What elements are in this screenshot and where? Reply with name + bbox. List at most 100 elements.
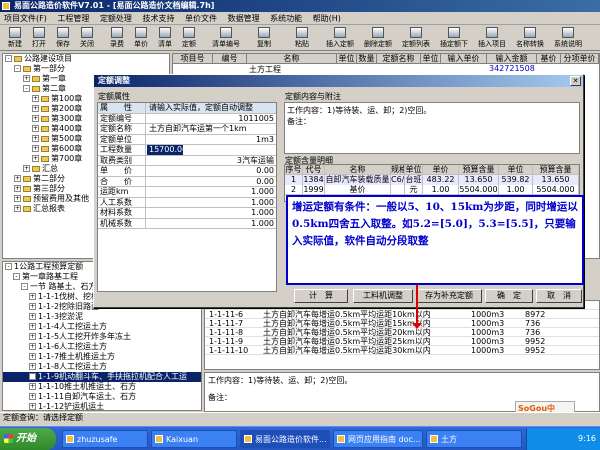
expand-icon[interactable]: +	[14, 205, 21, 212]
menu-data[interactable]: 数据管理	[228, 12, 260, 25]
library-node[interactable]: +1-1-6人工挖运土方	[3, 342, 201, 352]
paste-button[interactable]: 粘贴	[284, 26, 320, 50]
system-help-button[interactable]: 系统说明	[550, 26, 586, 50]
library-node[interactable]: +1-1-4人工挖运土方	[3, 322, 201, 332]
calc-button[interactable]: 计 算	[294, 289, 348, 303]
clock[interactable]: 9:16	[578, 434, 596, 443]
quota-list-button[interactable]: 定额列表	[398, 26, 434, 50]
task-app[interactable]: 易面公路造价软件...	[240, 430, 330, 448]
library-node[interactable]: +1-1-7推土机推运土方	[3, 352, 201, 362]
prop-value[interactable]: 1.000	[147, 187, 276, 197]
expand-icon[interactable]: +	[14, 175, 21, 182]
prop-row[interactable]: 材料系数 1.000	[98, 208, 276, 219]
cancel-button[interactable]: 取 消	[536, 289, 582, 303]
tree-node[interactable]: - 公路建设项目	[3, 54, 169, 64]
prop-value[interactable]: 土方自卸汽车运第一个1km	[147, 124, 276, 134]
collapse-icon[interactable]: -	[5, 263, 12, 270]
prop-value[interactable]: 3汽车运输	[147, 156, 276, 166]
prop-row[interactable]: 合 价 0.00	[98, 176, 276, 187]
expand-icon[interactable]: +	[32, 145, 39, 152]
prop-row[interactable]: 运距km 1.000	[98, 187, 276, 198]
expand-icon[interactable]: +	[32, 155, 39, 162]
detail-text-box[interactable]: 工作内容：1)等待装、运、卸；2)空回。 备注：	[284, 102, 580, 154]
expand-icon[interactable]: +	[29, 403, 36, 410]
comp-col-header[interactable]: 代号	[303, 165, 325, 175]
insert-item-button[interactable]: 插入项目	[474, 26, 510, 50]
col-project-no[interactable]: 项目号	[173, 54, 213, 64]
prop-row[interactable]: 人工系数 1.000	[98, 197, 276, 208]
prop-value[interactable]: 0.00	[147, 177, 276, 187]
library-node[interactable]: +1-1-11自卸汽车运土、石方	[3, 392, 201, 402]
prop-value[interactable]: 1m3	[147, 135, 276, 145]
library-node[interactable]: +1-1-8人工挖运土方	[3, 362, 201, 372]
prop-value[interactable]: 1.000	[147, 208, 276, 218]
prop-value[interactable]: 1.000	[147, 198, 276, 208]
expand-icon[interactable]: +	[32, 95, 39, 102]
list-code-button[interactable]: 清单编号	[208, 26, 244, 50]
new-button[interactable]: 新建	[2, 26, 28, 50]
quota-button[interactable]: 定额	[176, 26, 202, 50]
expand-icon[interactable]: +	[32, 115, 39, 122]
library-node[interactable]: +1-1-10推土机推运土、石方	[3, 382, 201, 392]
menu-help[interactable]: 帮助(H)	[313, 12, 341, 25]
expand-icon[interactable]: +	[14, 195, 21, 202]
expand-icon[interactable]: +	[29, 313, 36, 320]
expand-icon[interactable]: +	[32, 125, 39, 132]
collapse-icon[interactable]: -	[13, 273, 20, 280]
task-kaixuan[interactable]: Kaixuan	[151, 430, 237, 448]
prop-row[interactable]: 工程数量15700.000	[98, 145, 276, 156]
prop-row[interactable]: 机械系数 1.000	[98, 218, 276, 229]
task-doc[interactable]: 网页应用指南 doc...	[333, 430, 423, 448]
comp-col-header[interactable]: 规格	[391, 165, 405, 175]
prop-row[interactable]: 属 性请输入实际值，定额自动调整	[98, 103, 276, 114]
comp-col-header[interactable]: 名称	[325, 165, 391, 175]
item-grid-row[interactable]: 土方工程 342721508	[173, 64, 599, 74]
collapse-icon[interactable]: -	[5, 55, 12, 62]
expand-icon[interactable]: +	[32, 105, 39, 112]
expand-icon[interactable]: +	[29, 293, 36, 300]
col-base-price[interactable]: 基价	[537, 54, 561, 64]
collapse-icon[interactable]: -	[21, 283, 28, 290]
col-input-price[interactable]: 输入单价	[441, 54, 487, 64]
comp-col-header[interactable]: 序号	[285, 165, 303, 175]
expand-icon[interactable]: +	[23, 75, 30, 82]
price-button[interactable]: 单价	[128, 26, 154, 50]
quota-row[interactable]: 1-1-11-8 土方自卸汽车每增运0.5km平均运距20km以内 1000m3 73…	[205, 328, 599, 337]
convert-button[interactable]: 名称转换	[512, 26, 548, 50]
close-doc-button[interactable]: 关闭	[74, 26, 100, 50]
expand-icon[interactable]: +	[29, 343, 36, 350]
tree-node[interactable]: - 第一部分	[3, 64, 169, 74]
prop-row[interactable]: 单 价 0.00	[98, 166, 276, 177]
col-item-price[interactable]: 分项单价	[561, 54, 599, 64]
quota-row[interactable]: 1-1-11-9 土方自卸汽车每增运0.5km平均运距25km以内 1000m3 99…	[205, 337, 599, 346]
quota-row[interactable]: 1-1-11-6 土方自卸汽车每增运0.5km平均运距10km以内 1000m3 89…	[205, 310, 599, 319]
comp-col-header[interactable]: 单位	[499, 165, 533, 175]
col-unit[interactable]: 单位	[337, 54, 357, 64]
expand-icon[interactable]: +	[29, 383, 36, 390]
menu-project[interactable]: 工程管理	[57, 12, 89, 25]
insert-below-button[interactable]: 插定额下	[436, 26, 472, 50]
fee-button[interactable]: 录费	[104, 26, 130, 50]
dialog-close-icon[interactable]: ✕	[570, 76, 581, 86]
task-zhuzusafe[interactable]: zhuzusafe	[62, 430, 148, 448]
expand-icon[interactable]: +	[23, 165, 30, 172]
expand-icon[interactable]: +	[29, 323, 36, 330]
insert-quota-button[interactable]: 插入定额	[322, 26, 358, 50]
expand-icon[interactable]: +	[14, 185, 21, 192]
work-adjust-button[interactable]: 工料机调整	[353, 289, 413, 303]
col-name[interactable]: 名称	[247, 54, 337, 64]
comp-row[interactable]: 11384自卸汽车装载质量C6/t台班483.2213.650539.8213.…	[285, 175, 579, 185]
menu-file[interactable]: 项目文件(F)	[4, 12, 47, 25]
collapse-icon[interactable]: -	[14, 65, 21, 72]
save-as-supplement-button[interactable]: 存为补充定额	[416, 289, 482, 303]
expand-icon[interactable]: +	[29, 353, 36, 360]
save-button[interactable]: 保存	[50, 26, 76, 50]
comp-col-header[interactable]: 单位	[405, 165, 423, 175]
col-quota-name[interactable]: 定额名称	[377, 54, 421, 64]
comp-row[interactable]: 2 1999 基价元 1.00 5504.000 1.00 5504.000	[285, 185, 579, 195]
start-button[interactable]: 开始	[0, 428, 56, 450]
copy-button[interactable]: 复制	[246, 26, 282, 50]
prop-row[interactable]: 取费类别 3汽车运输	[98, 155, 276, 166]
col-input-amount[interactable]: 输入金额	[487, 54, 537, 64]
collapse-icon[interactable]: -	[23, 85, 30, 92]
